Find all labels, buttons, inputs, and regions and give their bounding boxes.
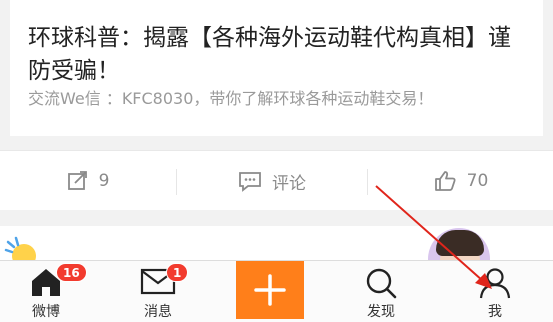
sun-icon bbox=[4, 236, 40, 260]
tab-messages-label: 消息 bbox=[144, 304, 172, 320]
comment-label: 评论 bbox=[272, 173, 306, 194]
tab-discover[interactable]: 发现 bbox=[341, 261, 421, 322]
tab-me[interactable]: 我 bbox=[455, 261, 535, 322]
tab-weibo[interactable]: 16 微博 bbox=[6, 261, 87, 322]
post-title[interactable]: 环球科普：揭露【各种海外运动鞋代构真相】谨防受骗！ bbox=[28, 22, 528, 88]
post-card: 环球科普：揭露【各种海外运动鞋代构真相】谨防受骗！ 交流We信 ：KFC8030… bbox=[0, 0, 553, 150]
user-icon bbox=[479, 268, 511, 299]
share-button[interactable]: 9 bbox=[0, 151, 176, 211]
messages-badge: 1 bbox=[166, 263, 189, 282]
feed-gap bbox=[0, 210, 553, 226]
thumbs-up-icon bbox=[434, 171, 456, 191]
compose-button[interactable] bbox=[236, 261, 304, 319]
weibo-badge: 16 bbox=[56, 263, 87, 282]
comment-button[interactable]: 评论 bbox=[177, 151, 367, 211]
search-icon bbox=[366, 268, 397, 299]
post-content-box[interactable]: 环球科普：揭露【各种海外运动鞋代构真相】谨防受骗！ 交流We信 ：KFC8030… bbox=[10, 0, 543, 136]
tab-weibo-label: 微博 bbox=[32, 304, 60, 320]
tab-messages[interactable]: 1 消息 bbox=[118, 261, 198, 322]
share-icon bbox=[67, 171, 87, 190]
tab-me-label: 我 bbox=[488, 304, 502, 320]
post-action-bar: 9 评论 70 bbox=[0, 150, 553, 210]
comment-icon bbox=[239, 172, 261, 192]
share-count: 9 bbox=[98, 171, 110, 191]
bottom-tab-bar: 16 微博 1 消息 发现 我 bbox=[0, 260, 553, 322]
post-description: 交流We信 ：KFC8030，带你了解环球各种运动鞋交易！ bbox=[28, 89, 434, 108]
like-button[interactable]: 70 bbox=[368, 151, 553, 211]
avatar[interactable] bbox=[428, 228, 490, 260]
plus-icon bbox=[254, 274, 286, 306]
next-post-preview[interactable] bbox=[0, 226, 553, 260]
tab-discover-label: 发现 bbox=[367, 304, 395, 320]
like-count: 70 bbox=[466, 171, 489, 191]
